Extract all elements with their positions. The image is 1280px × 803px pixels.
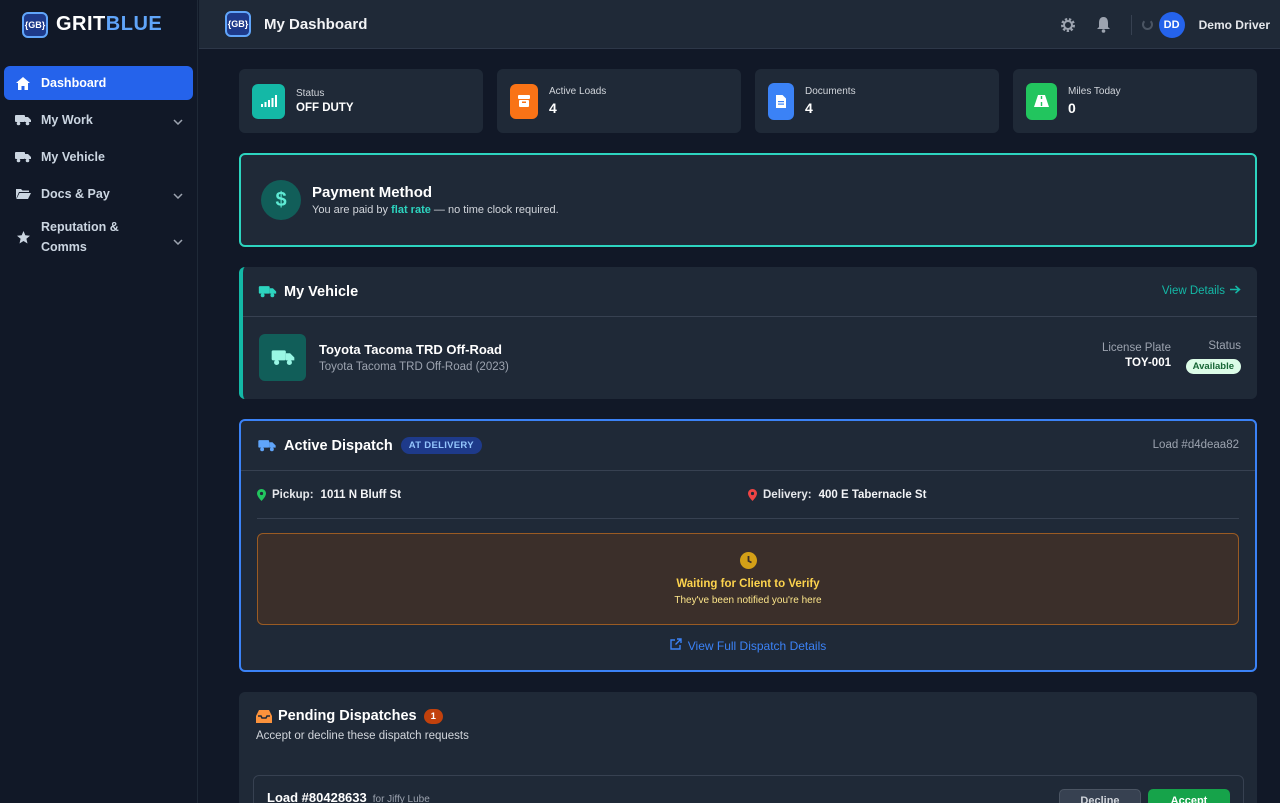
- topbar-actions: DD Demo Driver: [1059, 0, 1270, 49]
- waiting-title: Waiting for Client to Verify: [676, 578, 820, 590]
- road-icon: [1026, 82, 1057, 120]
- pending-dispatch-item: Load #80428633 for Jiffy Lube Decline Acc…: [253, 775, 1244, 803]
- payment-title: Payment Method: [312, 184, 433, 201]
- sidebar-item-reputation-comms[interactable]: Reputation & Comms: [4, 214, 193, 260]
- sidebar-item-my-work[interactable]: My Work: [4, 103, 193, 137]
- topbar-divider: [1130, 14, 1132, 35]
- view-full-dispatch-link[interactable]: View Full Dispatch Details: [241, 638, 1255, 653]
- sidebar: {GB} GRITBLUE Dashboard My Work My Vehic…: [0, 0, 198, 803]
- folder-icon: [14, 188, 32, 200]
- accept-button[interactable]: Accept: [1148, 789, 1230, 803]
- active-dispatch-card: Active Dispatch AT DELIVERY Load #d4deaa…: [239, 419, 1257, 672]
- pending-title: Pending Dispatches: [278, 708, 417, 724]
- truck-icon: [258, 285, 277, 298]
- delivery: Delivery: 400 E Tabernacle St: [748, 488, 1239, 501]
- pickup: Pickup: 1011 N Bluff St: [257, 488, 748, 501]
- brand-name: GRITBLUE: [56, 13, 163, 35]
- dispatch-header: Active Dispatch AT DELIVERY: [241, 421, 1255, 471]
- waiting-subtitle: They've been notified you're here: [674, 595, 822, 606]
- pending-subtitle: Accept or decline these dispatch request…: [256, 730, 469, 742]
- decline-button[interactable]: Decline: [1059, 789, 1141, 803]
- arrow-right-icon: [1230, 285, 1241, 297]
- dollar-icon: $: [261, 180, 301, 220]
- stat-card-status: Status OFF DUTY: [239, 69, 483, 133]
- sidebar-nav: Dashboard My Work My Vehicle Docs & Pay: [0, 49, 197, 260]
- sidebar-item-my-vehicle[interactable]: My Vehicle: [4, 140, 193, 174]
- stat-label: Documents: [805, 86, 856, 97]
- truck-fast-icon: [258, 439, 276, 452]
- stat-label: Status: [296, 88, 325, 99]
- page-title: My Dashboard: [264, 15, 368, 33]
- status-badge: Available: [1185, 359, 1241, 374]
- stat-value: 0: [1068, 100, 1076, 116]
- truck-icon: [14, 114, 32, 126]
- payment-description: You are paid by flat rate — no time cloc…: [312, 204, 559, 216]
- external-link-icon: [670, 638, 682, 653]
- chevron-down-icon: [173, 188, 183, 202]
- vehicle-model: Toyota Tacoma TRD Off-Road (2023): [319, 360, 509, 373]
- inbox-icon: [256, 709, 272, 723]
- user-name[interactable]: Demo Driver: [1199, 18, 1270, 32]
- map-pin-icon: [257, 488, 266, 501]
- stat-label: Miles Today: [1068, 86, 1121, 97]
- home-icon: [14, 76, 32, 90]
- avatar[interactable]: DD: [1158, 11, 1185, 38]
- topbar-logo-icon: {GB}: [225, 11, 251, 37]
- stat-value: OFF DUTY: [296, 102, 354, 114]
- stat-card-active-loads: Active Loads 4: [497, 69, 741, 133]
- dispatch-title: Active Dispatch: [284, 437, 393, 454]
- main-content: Status OFF DUTY Active Loads 4 Documents…: [239, 69, 1257, 803]
- vehicle-body: Toyota Tacoma TRD Off-Road Toyota Tacoma…: [243, 317, 1257, 397]
- clock-icon: [739, 552, 757, 569]
- pending-header: Pending Dispatches 1: [256, 708, 1241, 724]
- brand[interactable]: {GB} GRITBLUE: [0, 0, 197, 49]
- box-icon: [510, 83, 538, 119]
- signal-icon: [252, 83, 285, 119]
- dispatch-load-id: Load #d4deaa82: [1152, 439, 1239, 451]
- stat-card-miles-today: Miles Today 0: [1013, 69, 1257, 133]
- my-vehicle-card: My Vehicle View Details Toyota Tacoma TR…: [239, 267, 1257, 399]
- truck-icon: [14, 151, 32, 163]
- pending-load-id: Load #80428633 for Jiffy Lube: [267, 790, 430, 803]
- stats-row: Status OFF DUTY Active Loads 4 Documents…: [239, 69, 1257, 133]
- bell-icon[interactable]: [1095, 16, 1113, 34]
- gear-icon[interactable]: [1059, 16, 1077, 34]
- pending-count-badge: 1: [423, 708, 443, 724]
- vehicle-section-title: My Vehicle: [284, 283, 359, 300]
- sidebar-item-docs-pay[interactable]: Docs & Pay: [4, 177, 193, 211]
- status-badge: AT DELIVERY: [400, 437, 482, 454]
- chevron-down-icon: [173, 234, 183, 248]
- license-plate: License Plate TOY-001: [1101, 342, 1171, 369]
- payment-method-card: $ Payment Method You are paid by flat ra…: [239, 153, 1257, 247]
- pending-dispatches-card: Pending Dispatches 1 Accept or decline t…: [239, 692, 1257, 803]
- topbar: {GB} My Dashboard DD Demo Driver: [199, 0, 1280, 49]
- sidebar-item-dashboard[interactable]: Dashboard: [4, 66, 193, 100]
- view-details-link[interactable]: View Details: [1162, 285, 1241, 297]
- brand-logo-icon: {GB}: [22, 11, 48, 38]
- vehicle-header: My Vehicle: [243, 267, 1257, 317]
- waiting-verification-panel: Waiting for Client to Verify They've bee…: [257, 533, 1239, 625]
- chevron-down-icon: [173, 114, 183, 128]
- dispatch-route: Pickup: 1011 N Bluff St Delivery: 400 E …: [257, 471, 1239, 519]
- loading-spinner-icon: [1141, 19, 1153, 30]
- star-icon: [14, 230, 32, 244]
- document-icon: [768, 82, 794, 120]
- vehicle-truck-icon: [259, 333, 306, 381]
- vehicle-name: Toyota Tacoma TRD Off-Road: [319, 341, 502, 357]
- stat-card-documents: Documents 4: [755, 69, 999, 133]
- vehicle-status: Status Available: [1185, 340, 1241, 374]
- stat-label: Active Loads: [549, 86, 607, 97]
- stat-value: 4: [805, 100, 813, 116]
- stat-value: 4: [549, 100, 557, 116]
- map-pin-icon: [748, 488, 757, 501]
